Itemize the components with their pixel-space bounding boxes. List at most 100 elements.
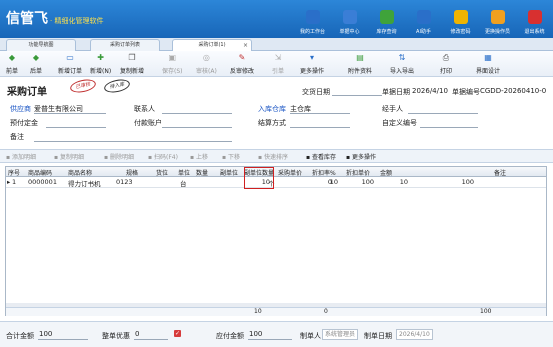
- cell-code[interactable]: 0000001: [28, 178, 57, 186]
- import-order-icon: ⇲: [274, 53, 282, 62]
- custom-no-field[interactable]: [420, 127, 478, 128]
- total-amount-field: 100: [38, 329, 88, 340]
- toolbar-button-label: 新增订单: [58, 68, 83, 75]
- detail-button-delete-row[interactable]: ▪ 删除明细: [104, 152, 134, 161]
- cell-spec[interactable]: 0123: [116, 178, 133, 186]
- toolbar-button-save[interactable]: ▣ 保存(S): [162, 53, 183, 75]
- column-header[interactable]: 副单位: [220, 168, 238, 177]
- account-field[interactable]: [162, 127, 232, 128]
- toolbar-button-label: 复制新增: [120, 68, 145, 75]
- discount-field[interactable]: 0: [134, 329, 168, 340]
- toolbar-button-attachment[interactable]: ▤ 附件资料: [348, 53, 372, 75]
- grid-header: 序号 商品编码 商品名称 规格 货位 单位 数量 副单位 副单位数量 采购单价 折扣率% 折扣单价 金额…: [6, 167, 546, 177]
- custom-no-label: 自定义编号: [382, 119, 417, 127]
- cell-amount[interactable]: 100: [446, 178, 474, 186]
- tab-purchase-order-list[interactable]: 采购订单列表: [90, 39, 160, 51]
- discount-checkbox[interactable]: ✓: [174, 330, 181, 337]
- column-header[interactable]: 商品名称: [68, 168, 92, 177]
- column-header[interactable]: 备注: [494, 168, 506, 177]
- close-icon[interactable]: ×: [243, 40, 248, 51]
- toolbar-button-arrow-right[interactable]: ◆ 后单: [30, 53, 42, 75]
- account-label: 付款账户: [134, 119, 162, 127]
- detail-button-view-stock[interactable]: ▪ 查看库存: [306, 152, 336, 161]
- nav-documents[interactable]: 单据中心: [331, 0, 368, 38]
- toolbar-button-new-doc[interactable]: ▭ 新增订单: [58, 53, 82, 75]
- toolbar-button-import-export[interactable]: ⇅ 导入导出: [390, 53, 414, 75]
- column-header[interactable]: 序号: [8, 168, 20, 177]
- cell-discount[interactable]: 100: [346, 178, 374, 186]
- toolbar-button-label: 保存(S): [162, 68, 183, 75]
- column-header[interactable]: 折扣率%: [312, 168, 336, 177]
- monitor-icon: [305, 10, 320, 24]
- toolbar-button-label: 引单: [272, 68, 285, 75]
- inventory-icon: [379, 10, 394, 24]
- handler-field[interactable]: [408, 113, 478, 114]
- detail-button-add-row[interactable]: ▪ 添加明细: [6, 152, 36, 161]
- doc-no-field[interactable]: CGDD-20260410-0: [480, 87, 546, 95]
- detail-button-label: 快速排序: [263, 154, 288, 161]
- detail-button-sort[interactable]: ▪ 快速排序: [258, 152, 288, 161]
- nav-info[interactable]: AI助手: [405, 0, 442, 38]
- column-header[interactable]: 货位: [156, 168, 168, 177]
- detail-button-move-up[interactable]: ▪ 上移: [190, 152, 208, 161]
- toolbar-button-layout-design[interactable]: ▦ 界面设计: [476, 53, 500, 75]
- toolbar-button-more-ops[interactable]: ▾ 更多操作: [300, 53, 324, 75]
- remark-field[interactable]: [34, 141, 232, 142]
- column-header[interactable]: 折扣单价: [346, 168, 370, 177]
- maker-field: 系统管理员: [322, 329, 359, 340]
- detail-button-more-ops[interactable]: ▪ 更多操作: [346, 152, 376, 161]
- column-header[interactable]: 商品编码: [28, 168, 52, 177]
- add-icon: ✚: [97, 53, 104, 62]
- supplier-underline: [34, 113, 106, 114]
- supplier-label: 供应商: [10, 105, 31, 113]
- info-icon: [416, 10, 431, 24]
- app-name: 信管飞: [6, 11, 48, 27]
- nav-lock[interactable]: 修改密码: [442, 0, 479, 38]
- cell-price[interactable]: 10: [310, 178, 338, 186]
- detail-button-copy-row[interactable]: ▪ 复制明细: [54, 152, 84, 161]
- quantity-highlight-box: [244, 167, 274, 189]
- nav-exit[interactable]: 退出系统: [516, 0, 553, 38]
- arrow-right-icon: ◆: [32, 53, 40, 62]
- nav-user-switch[interactable]: 更换操作员: [479, 0, 516, 38]
- nav-label: 退出系统: [524, 29, 545, 35]
- toolbar-button-add[interactable]: ✚ 新增(N): [90, 53, 111, 75]
- title-bar: 信管飞 · 精细化管理软件 我的工作台 单据中心 库存查询 AI助手 修改密码 更换操作员 退…: [0, 0, 553, 38]
- settle-field[interactable]: [290, 127, 350, 128]
- more-ops-icon: ▾: [309, 53, 314, 62]
- deposit-field[interactable]: [46, 127, 106, 128]
- column-header[interactable]: 金额: [380, 168, 392, 177]
- cell-disc-price[interactable]: 10: [380, 178, 408, 186]
- doc-date-field[interactable]: 2026/4/10: [412, 87, 448, 95]
- column-header[interactable]: 数量: [196, 168, 208, 177]
- column-header[interactable]: 采购单价: [278, 168, 302, 177]
- detail-button-move-down[interactable]: ▪ 下移: [222, 152, 240, 161]
- app-logo: 信管飞 · 精细化管理软件: [6, 8, 103, 28]
- handler-label: 经手人: [382, 105, 403, 113]
- nav-inventory[interactable]: 库存查询: [368, 0, 405, 38]
- toolbar-button-audit[interactable]: ◎ 审核(A): [196, 53, 217, 75]
- cell-unit[interactable]: 台: [180, 178, 187, 188]
- toolbar-button-import-order[interactable]: ⇲ 引单: [272, 53, 284, 75]
- tab-function-nav[interactable]: 功能导航图: [6, 39, 76, 51]
- cell-name[interactable]: 得力订书机: [68, 178, 101, 188]
- toolbar-button-unaudit[interactable]: ✎ 反审修改: [230, 53, 254, 75]
- detail-button-scan[interactable]: ▪ 扫码(F4): [148, 152, 178, 161]
- cell-seq[interactable]: 1: [12, 178, 16, 186]
- toolbar-button-label: 更多操作: [300, 68, 325, 75]
- table-row[interactable]: ▸ 1 0000001 得力订书机 0123 台 10 个 0 10 100 10 100: [6, 177, 546, 188]
- nav-monitor[interactable]: 我的工作台: [294, 0, 331, 38]
- toolbar-button-arrow-left[interactable]: ◆ 前单: [6, 53, 18, 75]
- contact-field[interactable]: [162, 113, 232, 114]
- arrow-left-icon: ◆: [8, 53, 16, 62]
- column-header[interactable]: 规格: [126, 168, 138, 177]
- trade-date-field[interactable]: [332, 95, 382, 96]
- nav-label: 更换操作员: [484, 29, 510, 35]
- toolbar-button-print[interactable]: ⎙ 打印: [440, 53, 452, 75]
- approved-stamp: 已审核: [69, 77, 97, 95]
- toolbar-button-copy[interactable]: ❐ 复制新增: [120, 53, 144, 75]
- audit-icon: ◎: [202, 53, 210, 62]
- row-pointer-icon: ▸: [7, 178, 11, 186]
- column-header[interactable]: 单位: [178, 168, 190, 177]
- detail-button-label: 复制明细: [59, 154, 84, 161]
